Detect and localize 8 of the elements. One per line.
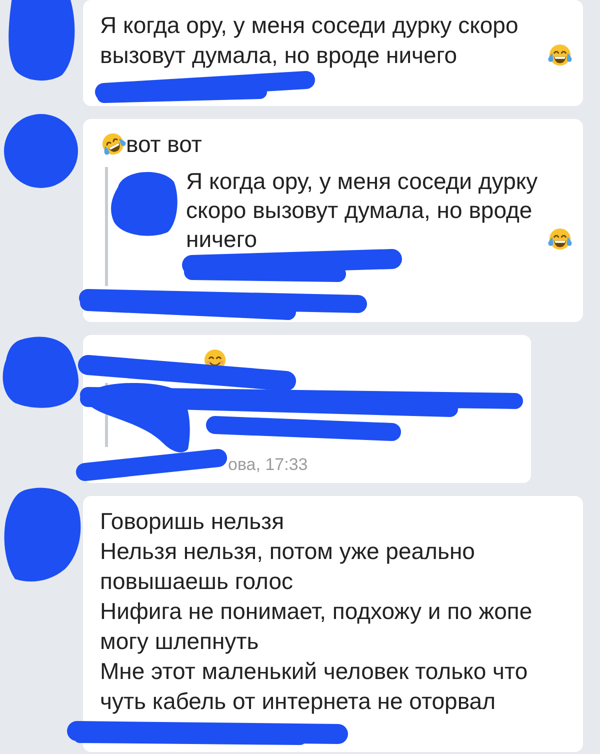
- laughing-tears-emoji-icon: [547, 42, 573, 68]
- quoted-text: Я когда ору, у меня соседи дурку скоро вызовут думала, но вроде ничего: [186, 167, 539, 254]
- laughing-tears-emoji-icon: [547, 226, 573, 252]
- message-text: Я когда ору, у меня соседи дурку скоро вызовут думала, но вроде ничего: [100, 11, 520, 70]
- message-text: Говоришь нельзя Нельзя нельзя, потом уже реально повышаешь голос Нифига не понимает, подхожу и по жопе могу шлепнуть Мне этот маленький человек только что чуть кабель от интернета не оторвал: [100, 507, 534, 716]
- tilted-laughing-emoji-icon: [100, 131, 126, 157]
- message-info-text: ова, 17:33: [228, 455, 308, 474]
- message-text: вот вот: [126, 130, 202, 159]
